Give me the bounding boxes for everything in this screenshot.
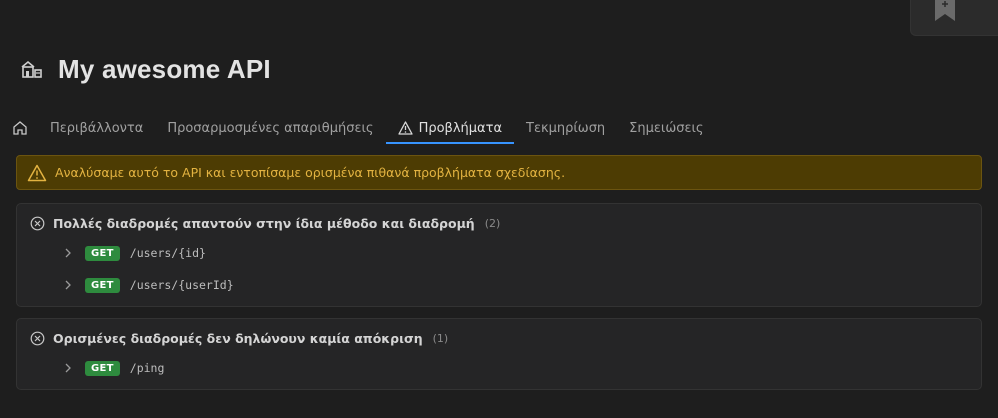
api-header: My awesome API xyxy=(20,54,271,84)
tab-label: Περιβάλλοντα xyxy=(50,120,144,136)
issue-header[interactable]: Ορισμένες διαδρομές δεν δηλώνουν καμία α… xyxy=(30,329,448,347)
tab-documentation[interactable]: Τεκμηρίωση xyxy=(514,112,617,144)
method-badge: GET xyxy=(85,360,120,376)
bookmark-add-icon[interactable] xyxy=(934,0,956,22)
tab-label: Προβλήματα xyxy=(418,120,503,136)
tab-bar: Περιβάλλοντα Προσαρμοσμένες απαριθμήσεις… xyxy=(10,112,716,144)
home-icon xyxy=(12,120,28,136)
issue-title: Ορισμένες διαδρομές δεν δηλώνουν καμία α… xyxy=(53,330,423,346)
route-row[interactable]: GET /users/{userId} xyxy=(64,276,234,294)
corner-panel xyxy=(910,0,998,36)
chevron-right-icon[interactable] xyxy=(64,362,76,374)
banner-text: Αναλύσαμε αυτό το API και εντοπίσαμε ορι… xyxy=(55,165,566,180)
tab-home[interactable] xyxy=(10,112,38,144)
page-title: My awesome API xyxy=(58,53,271,84)
warning-banner: Αναλύσαμε αυτό το API και εντοπίσαμε ορι… xyxy=(16,155,982,190)
route-row[interactable]: GET /ping xyxy=(64,359,164,377)
warning-icon xyxy=(397,121,413,135)
issue-count: (2) xyxy=(484,216,501,230)
issue-card-missing-responses: Ορισμένες διαδρομές δεν δηλώνουν καμία α… xyxy=(16,318,982,390)
issue-card-duplicate-routes: Πολλές διαδρομές απαντούν στην ίδια μέθο… xyxy=(16,203,982,307)
warning-icon xyxy=(27,164,47,182)
chevron-right-icon[interactable] xyxy=(64,247,76,259)
error-circle-icon xyxy=(30,331,45,346)
route-path: /users/{id} xyxy=(129,246,206,260)
route-path: /users/{userId} xyxy=(129,278,234,292)
error-circle-icon xyxy=(30,216,45,231)
issue-title: Πολλές διαδρομές απαντούν στην ίδια μέθο… xyxy=(53,215,475,231)
tab-label: Σημειώσεις xyxy=(629,120,704,136)
tab-notes[interactable]: Σημειώσεις xyxy=(617,112,715,144)
issue-header[interactable]: Πολλές διαδρομές απαντούν στην ίδια μέθο… xyxy=(30,214,500,232)
method-badge: GET xyxy=(85,277,120,293)
chevron-right-icon[interactable] xyxy=(64,279,76,291)
tab-problems[interactable]: Προβλήματα xyxy=(385,112,515,144)
route-path: /ping xyxy=(129,361,165,375)
tab-label: Τεκμηρίωση xyxy=(526,120,606,136)
tab-custom-enums[interactable]: Προσαρμοσμένες απαριθμήσεις xyxy=(155,112,385,144)
tab-label: Προσαρμοσμένες απαριθμήσεις xyxy=(167,120,374,136)
api-building-icon xyxy=(20,57,44,81)
tab-environments[interactable]: Περιβάλλοντα xyxy=(38,112,155,144)
route-row[interactable]: GET /users/{id} xyxy=(64,244,206,262)
method-badge: GET xyxy=(85,245,120,261)
issue-count: (1) xyxy=(432,331,449,345)
